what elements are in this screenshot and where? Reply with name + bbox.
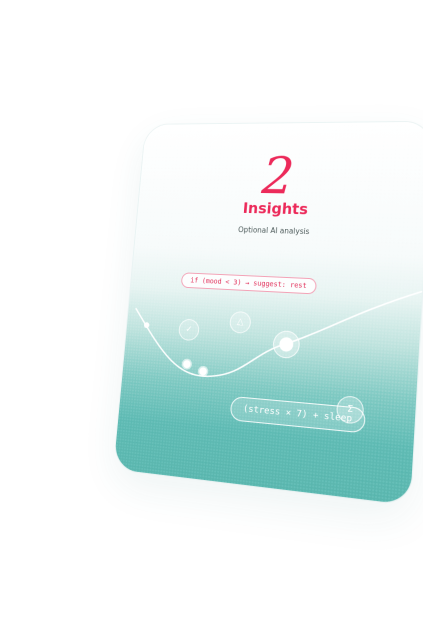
curve-point <box>199 367 207 376</box>
insights-card[interactable]: 2 Insights Optional AI analysis if (mood… <box>113 121 423 506</box>
stage: 2 Insights Optional AI analysis if (mood… <box>0 0 423 644</box>
curve-point <box>183 360 191 368</box>
